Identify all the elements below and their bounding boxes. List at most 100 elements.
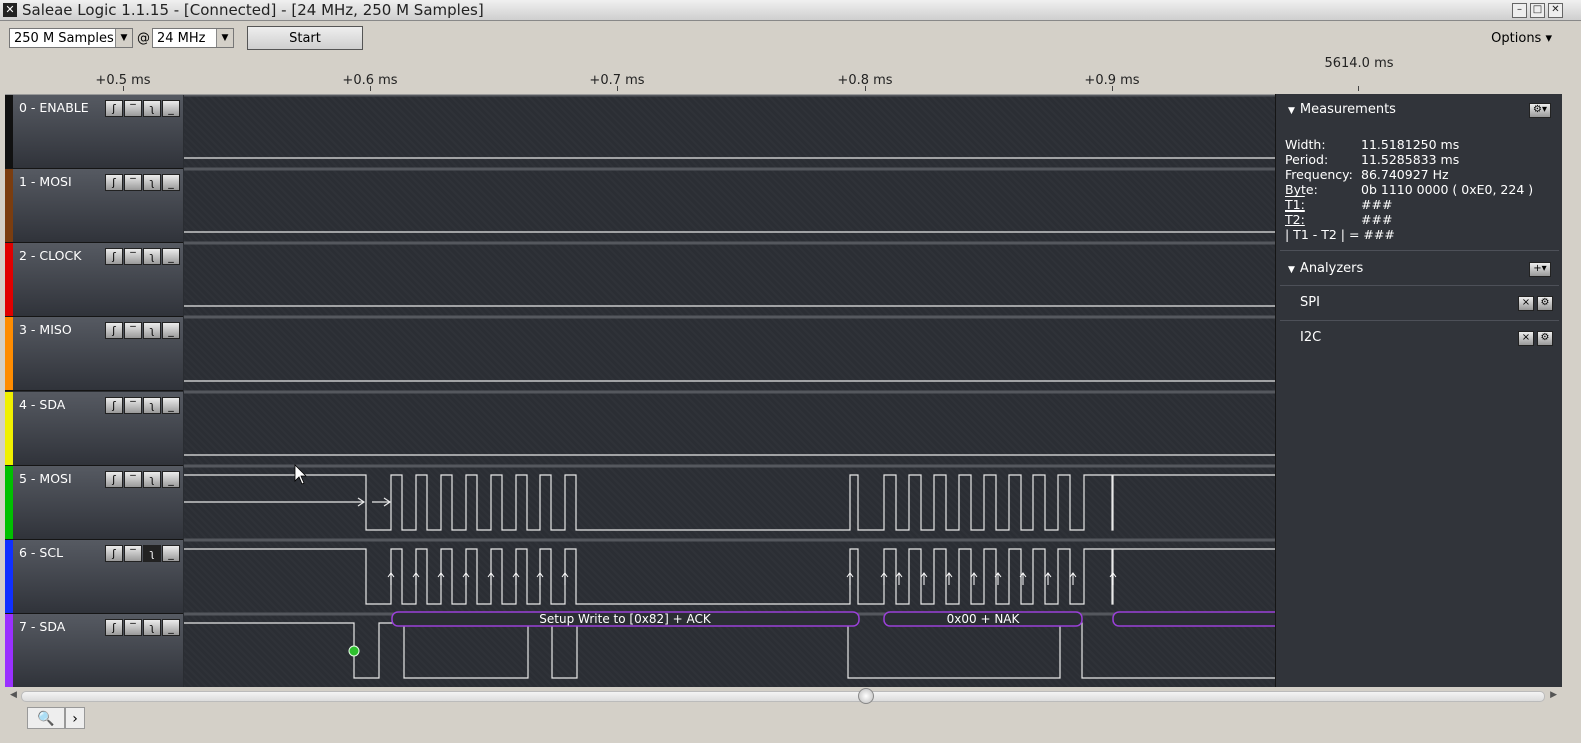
start-button[interactable]: Start [247,26,363,50]
system-menu-icon[interactable]: ✕ [3,3,17,17]
measurement-row: Frequency: 86.740927 Hz [1285,167,1449,182]
trigger-buttons: ʃ ‾ ʅ _ [105,619,180,636]
waveform-svg: Setup Write to [0x82] + ACK 0x00 + NAK [184,95,1275,679]
gear-icon[interactable]: ⚙ [1537,296,1553,311]
minimize-button[interactable]: – [1512,3,1527,18]
high-level-icon[interactable]: ‾ [124,619,142,636]
rising-edge-icon[interactable]: ʃ [105,174,123,191]
falling-edge-icon[interactable]: ʅ [143,397,161,414]
measurements-header[interactable]: ▼ Measurements ⚙▾ [1276,98,1562,122]
chevron-down-icon[interactable]: ▼ [216,29,233,47]
scroll-thumb[interactable] [858,688,874,704]
analyzer-spi[interactable]: SPI [1300,295,1320,310]
channel-color-stripe [5,317,13,390]
high-level-icon[interactable]: ‾ [124,545,142,562]
high-level-icon[interactable]: ‾ [124,100,142,117]
channel-color-stripe [5,243,13,316]
low-level-icon[interactable]: _ [162,322,180,339]
high-level-icon[interactable]: ‾ [124,248,142,265]
low-level-icon[interactable]: _ [162,174,180,191]
rising-edge-icon[interactable]: ʃ [105,100,123,117]
scroll-right-icon[interactable]: ▶ [1550,690,1557,700]
falling-edge-icon[interactable]: ʅ [143,174,161,191]
cursor-tick-mark [1358,86,1359,91]
measurement-row: Period: 11.5285833 ms [1285,152,1460,167]
channel-color-stripe [5,169,13,242]
chevron-right-icon[interactable]: › [65,707,85,729]
samples-select[interactable]: 250 M Samples ▼ [9,28,133,48]
low-level-icon[interactable]: _ [162,248,180,265]
divider [1280,285,1559,286]
cursor-time-label: 5614.0 ms [1324,56,1394,71]
measurement-row: T2: ### [1285,212,1393,227]
low-level-icon[interactable]: _ [162,471,180,488]
bottom-bar: 🔍 › [5,704,1562,732]
low-level-icon[interactable]: _ [162,545,180,562]
close-icon[interactable]: × [1518,296,1534,311]
maximize-button[interactable]: □ [1530,3,1545,18]
falling-edge-icon[interactable]: ʅ [143,545,161,562]
rate-select[interactable]: 24 MHz ▼ [152,28,234,48]
search-icon[interactable]: 🔍 [27,707,65,729]
channel-row[interactable]: 0 - ENABLE ʃ ‾ ʅ _ [5,95,183,169]
channel-label: 1 - MOSI [19,174,72,189]
channel-row[interactable]: 5 - MOSI ʃ ‾ ʅ _ [5,466,183,540]
analyzers-header[interactable]: ▼ Analyzers +▾ [1276,257,1562,281]
waveform-area[interactable]: Setup Write to [0x82] + ACK 0x00 + NAK [184,95,1275,687]
channel-label: 3 - MISO [19,322,72,337]
collapse-triangle-icon[interactable]: ▼ [1288,258,1295,282]
options-menu[interactable]: Options ▾ [1491,31,1552,46]
high-level-icon[interactable]: ‾ [124,322,142,339]
ch7-trace [184,622,1275,679]
channel-color-stripe [5,614,13,687]
falling-edge-icon[interactable]: ʅ [143,100,161,117]
falling-edge-icon[interactable]: ʅ [143,248,161,265]
measurement-row: T1: ### [1285,197,1393,212]
channel-row[interactable]: 2 - CLOCK ʃ ‾ ʅ _ [5,243,183,317]
channel-label: 2 - CLOCK [19,248,82,263]
decode-bubble[interactable] [1112,611,1275,627]
low-level-icon[interactable]: _ [162,619,180,636]
channel-label: 4 - SDA [19,397,66,412]
falling-edge-icon[interactable]: ʅ [143,471,161,488]
rising-edge-icon[interactable]: ʃ [105,545,123,562]
close-button[interactable]: ✕ [1548,3,1563,18]
channel-row[interactable]: 4 - SDA ʃ ‾ ʅ _ [5,392,183,466]
channel-label: 5 - MOSI [19,471,72,486]
gear-icon[interactable]: ⚙ [1537,331,1553,346]
main-area: +0.5 ms +0.6 ms +0.7 ms +0.8 ms +0.9 ms … [5,56,1562,687]
trigger-buttons: ʃ ‾ ʅ _ [105,100,180,117]
add-analyzer-icon[interactable]: +▾ [1529,262,1551,277]
measurements-title: Measurements [1299,102,1396,117]
high-level-icon[interactable]: ‾ [124,471,142,488]
channel-row[interactable]: 3 - MISO ʃ ‾ ʅ _ [5,317,183,391]
rising-edge-icon[interactable]: ʃ [105,397,123,414]
scroll-track[interactable] [21,691,1545,702]
low-level-icon[interactable]: _ [162,100,180,117]
rising-edge-icon[interactable]: ʃ [105,248,123,265]
analyzer-i2c[interactable]: I2C [1300,330,1321,345]
channel-row[interactable]: 1 - MOSI ʃ ‾ ʅ _ [5,169,183,243]
channel-row[interactable]: 6 - SCL ʃ ‾ ʅ _ [5,540,183,614]
scroll-left-icon[interactable]: ◀ [10,690,17,700]
close-icon[interactable]: × [1518,331,1534,346]
horizontal-scrollbar[interactable]: ◀ ▶ [5,688,1562,704]
measurement-row: Width: 11.5181250 ms [1285,137,1460,152]
low-level-icon[interactable]: _ [162,397,180,414]
rising-edge-icon[interactable]: ʃ [105,619,123,636]
high-level-icon[interactable]: ‾ [124,174,142,191]
time-ruler[interactable]: +0.5 ms +0.6 ms +0.7 ms +0.8 ms +0.9 ms … [5,56,1562,95]
ruler-tick-mark [865,86,866,91]
chevron-down-icon[interactable]: ▼ [115,29,132,47]
channel-row[interactable]: 7 - SDA ʃ ‾ ʅ _ [5,614,183,687]
collapse-triangle-icon[interactable]: ▼ [1288,99,1295,123]
rising-edge-icon[interactable]: ʃ [105,471,123,488]
gear-icon[interactable]: ⚙▾ [1529,103,1551,118]
falling-edge-icon[interactable]: ʅ [143,619,161,636]
falling-edge-icon[interactable]: ʅ [143,322,161,339]
high-level-icon[interactable]: ‾ [124,397,142,414]
at-label: @ [137,31,150,46]
decode-label-data: 0x00 + NAK [947,612,1021,626]
measurement-diff: | T1 - T2 | = ### [1285,227,1395,242]
rising-edge-icon[interactable]: ʃ [105,322,123,339]
